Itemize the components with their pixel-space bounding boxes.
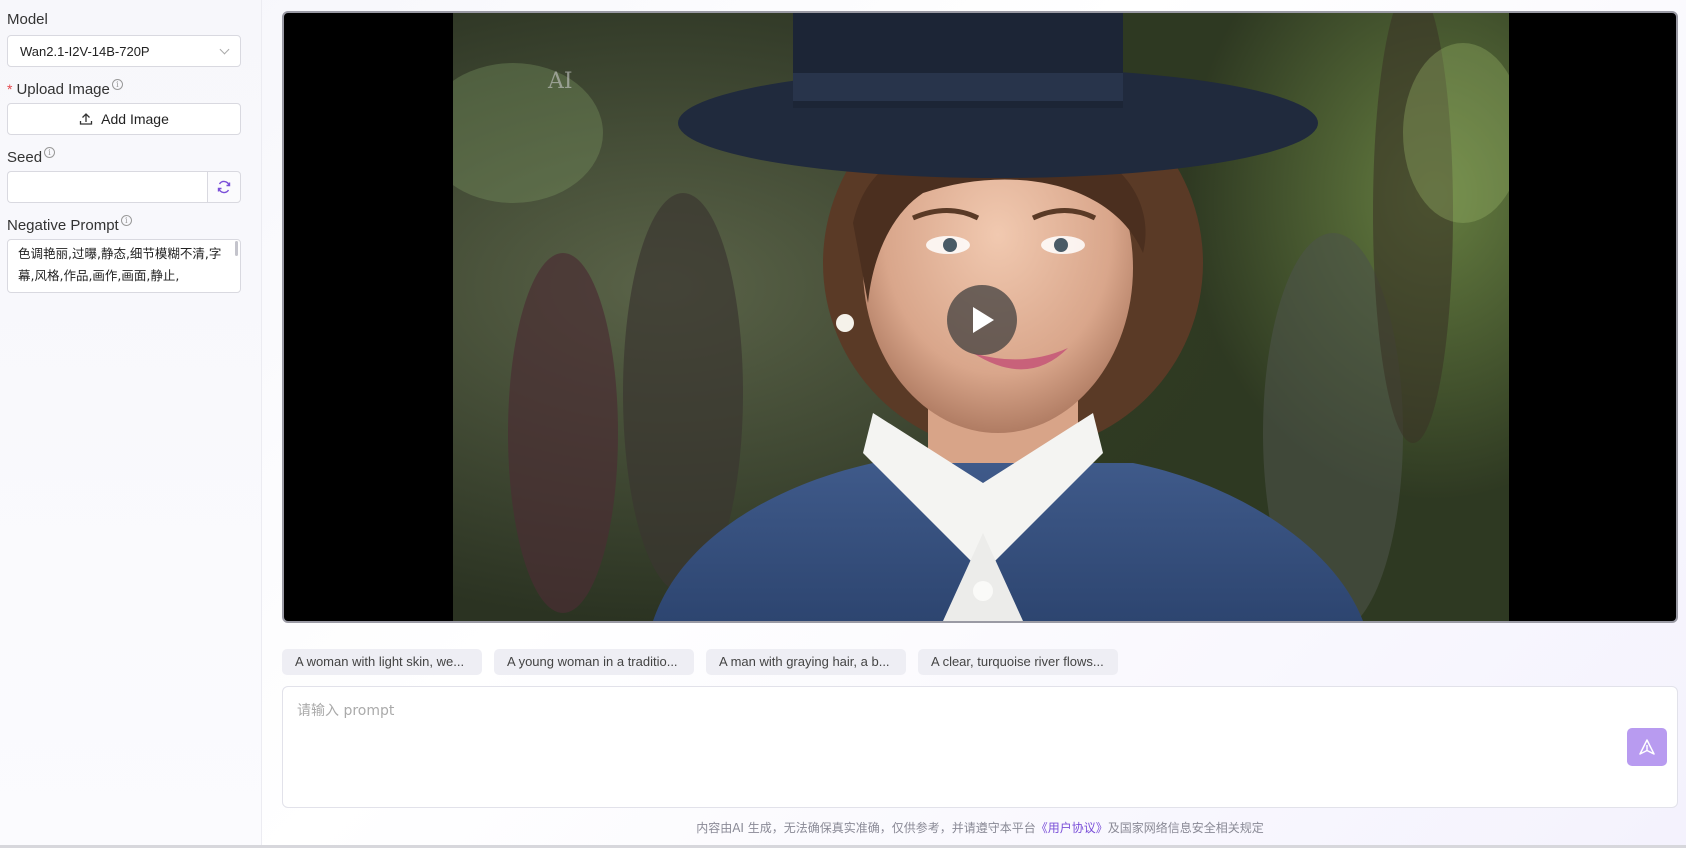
model-select[interactable]: Wan2.1-I2V-14B-720P [7, 35, 241, 67]
random-seed-button[interactable] [207, 171, 241, 203]
user-agreement-link[interactable]: 《用户协议》 [1036, 821, 1108, 835]
seed-field-group [7, 171, 241, 203]
seed-label: Seed i [7, 147, 56, 166]
negative-prompt-label: Negative Prompt i [7, 215, 132, 234]
prompt-input[interactable] [297, 699, 1597, 723]
send-icon [1639, 739, 1655, 755]
settings-sidebar: Model Wan2.1-I2V-14B-720P * Upload Image… [0, 0, 262, 848]
prompt-box [282, 686, 1678, 808]
suggestion-chip[interactable]: A woman with light skin, we... [282, 649, 482, 675]
send-button[interactable] [1627, 728, 1667, 766]
disclaimer-footer: 内容由AI 生成，无法确保真实准确，仅供参考，并请遵守本平台《用户协议》及国家网… [282, 819, 1678, 836]
negative-prompt-textarea[interactable]: 色调艳丽,过曝,静态,细节模糊不清,字幕,风格,作品,画作,画面,静止, [7, 239, 241, 293]
add-image-button[interactable]: Add Image [7, 103, 241, 135]
upload-icon [79, 113, 93, 125]
refresh-icon [217, 180, 231, 194]
info-icon[interactable]: i [111, 79, 123, 90]
required-mark: * [7, 81, 13, 97]
suggestion-chip[interactable]: A man with graying hair, a b... [706, 649, 906, 675]
play-button[interactable] [947, 285, 1017, 355]
upload-image-label: * Upload Image i [7, 79, 123, 98]
chevron-down-icon [219, 44, 230, 54]
info-icon[interactable]: i [120, 215, 132, 226]
suggestion-chip[interactable]: A young woman in a traditio... [494, 649, 694, 675]
suggestion-chip[interactable]: A clear, turquoise river flows... [918, 649, 1118, 675]
add-image-label: Add Image [101, 111, 169, 127]
video-player[interactable]: AI [282, 11, 1678, 623]
seed-input[interactable] [7, 171, 207, 203]
textarea-scrollbar[interactable] [235, 241, 238, 256]
info-icon[interactable]: i [44, 147, 56, 158]
disclaimer-text-end: 及国家网络信息安全相关规定 [1107, 821, 1264, 835]
model-select-value: Wan2.1-I2V-14B-720P [20, 43, 150, 59]
play-icon [973, 307, 994, 333]
prompt-suggestions: A woman with light skin, we... A young w… [282, 649, 1118, 675]
disclaimer-text: 内容由AI 生成，无法确保真实准确，仅供参考，并请遵守本平台 [696, 821, 1036, 835]
svg-text:AI: AI [547, 69, 573, 94]
model-label: Model [7, 11, 48, 28]
